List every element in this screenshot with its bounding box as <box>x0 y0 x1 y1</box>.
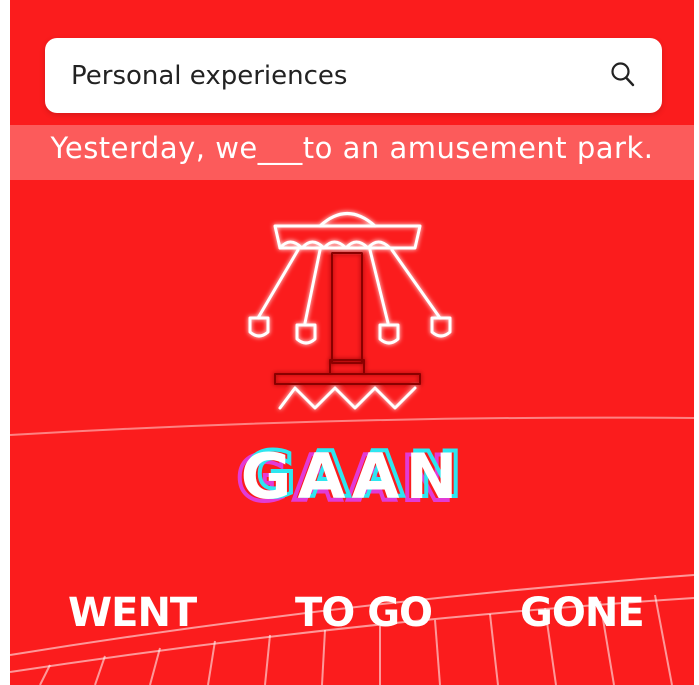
quiz-screen: Personal experiences Yesterday, we___to … <box>10 0 694 685</box>
question-band: Yesterday, we___to an amusement park. <box>10 125 694 180</box>
question-sentence: Yesterday, we___to an amusement park. <box>50 131 654 165</box>
answer-option-to-go[interactable]: TO GO <box>295 590 433 636</box>
swing-ride-icon <box>248 212 452 410</box>
search-bar[interactable]: Personal experiences <box>45 38 662 113</box>
scrambled-word: GAAN GAAN GAAN <box>210 436 494 517</box>
answer-option-gone[interactable]: GONE <box>520 590 645 636</box>
search-input[interactable]: Personal experiences <box>71 61 347 91</box>
search-icon[interactable] <box>608 60 638 90</box>
word-text: GAAN <box>241 440 464 510</box>
answer-option-went[interactable]: WENT <box>68 590 197 636</box>
